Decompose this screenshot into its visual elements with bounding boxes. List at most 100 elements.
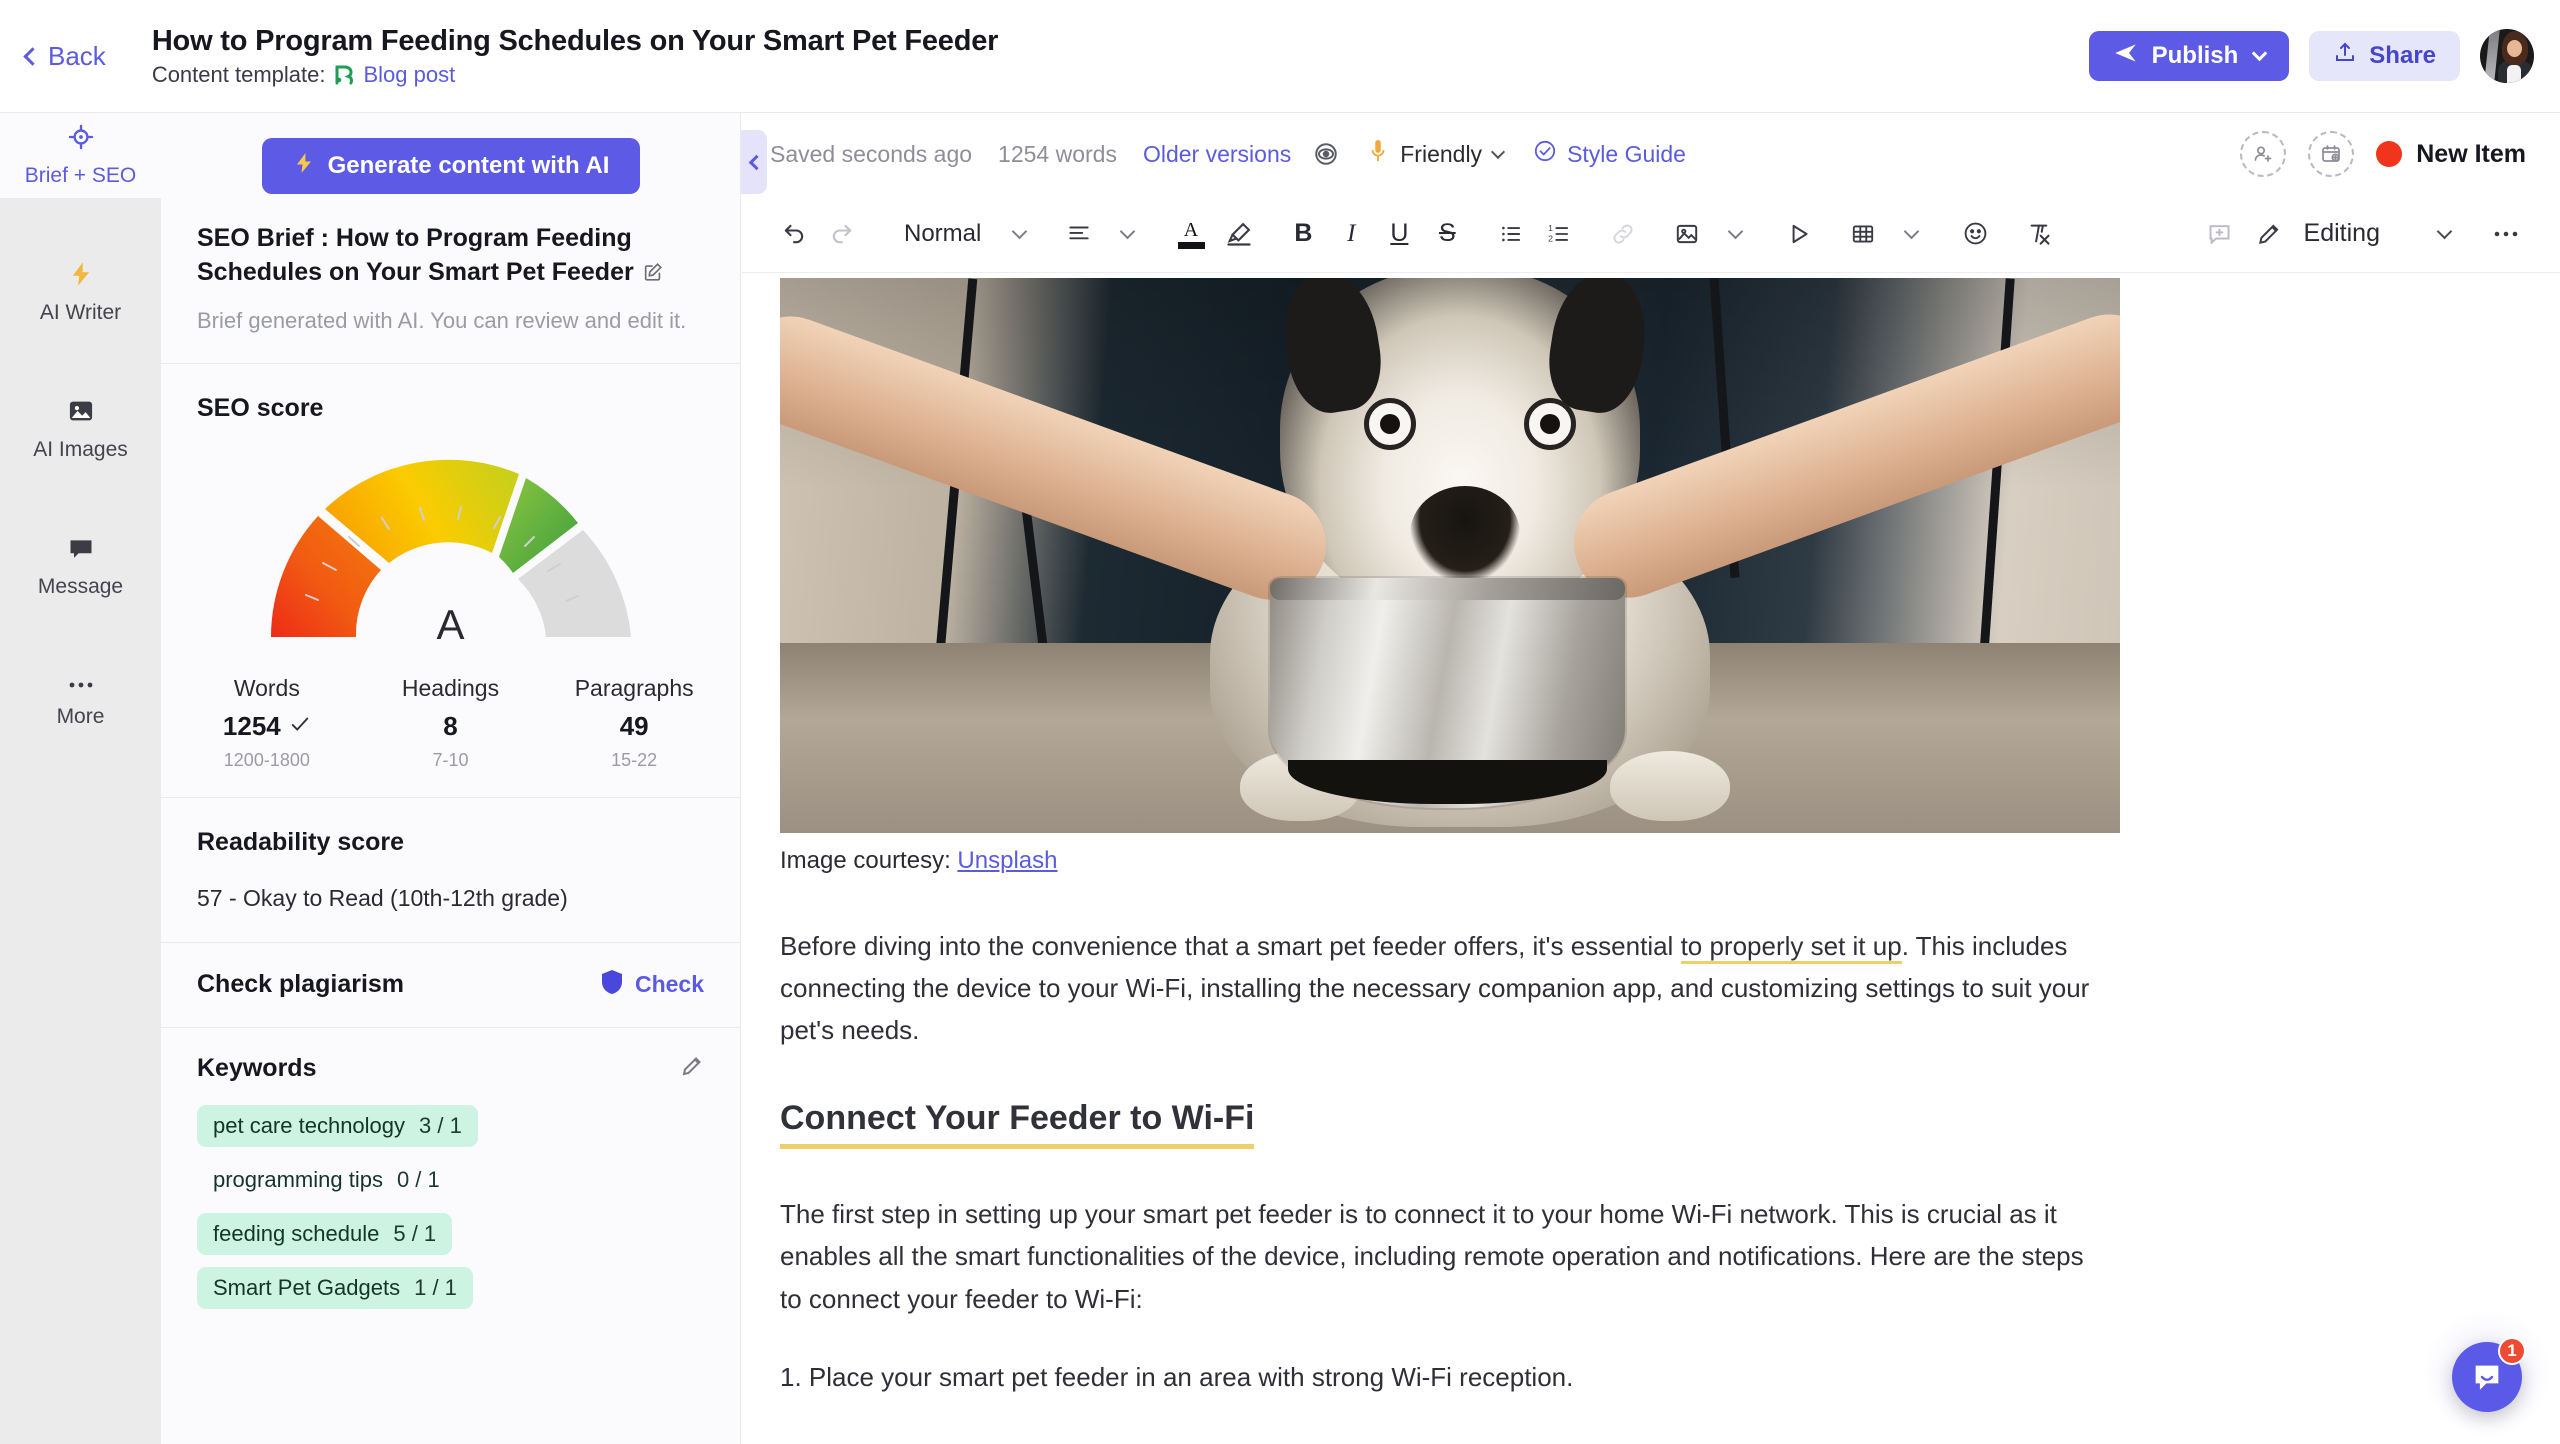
document-canvas[interactable]: Image courtesy: Unsplash Before diving i… (742, 273, 2560, 1444)
sidebar-item-brief-seo[interactable]: Brief + SEO (0, 113, 161, 198)
highlight-icon[interactable] (1215, 210, 1263, 258)
list-item[interactable]: 1. Place your smart pet feeder in an are… (780, 1356, 2514, 1398)
italic-icon[interactable]: I (1327, 210, 1375, 258)
editing-mode-dropdown[interactable] (2420, 210, 2468, 258)
keyword-term: pet care technology (213, 1112, 406, 1138)
block-format-label[interactable]: Normal (882, 220, 995, 248)
sidebar-item-more[interactable]: More (0, 661, 161, 746)
stat-value-row: 1254 (175, 711, 359, 742)
check-plagiarism-label: Check (634, 971, 704, 998)
keyword-term: feeding schedule (213, 1220, 380, 1246)
preview-icon[interactable] (1313, 141, 1339, 167)
style-guide-label: Style Guide (1567, 140, 1686, 167)
hero-image[interactable] (780, 278, 2120, 833)
collapse-panel-button[interactable] (741, 130, 767, 194)
style-guide-button[interactable]: Style Guide (1533, 139, 1686, 169)
align-dropdown[interactable] (1103, 210, 1151, 258)
check-plagiarism-button[interactable]: Check (600, 969, 704, 1001)
unsplash-link[interactable]: Unsplash (957, 847, 1057, 874)
back-button[interactable]: Back (23, 40, 106, 72)
blog-post-icon (333, 64, 355, 86)
image-credit-prefix: Image courtesy: (780, 847, 951, 874)
align-icon[interactable] (1055, 210, 1103, 258)
document-content: Image courtesy: Unsplash Before diving i… (742, 278, 2560, 1444)
send-icon (2113, 40, 2139, 73)
undo-icon[interactable] (770, 210, 818, 258)
publish-button[interactable]: Publish (2088, 31, 2290, 81)
editor-status-bar: Saved seconds ago 1254 words Older versi… (742, 113, 2560, 195)
brief-seo-panel: Generate content with AI SEO Brief : How… (161, 113, 741, 1444)
underline-icon[interactable]: U (1375, 210, 1423, 258)
tone-selector[interactable]: Friendly (1367, 138, 1506, 170)
keyword-chip[interactable]: Smart Pet Gadgets 1 / 1 (197, 1266, 473, 1309)
chevron-left-icon (23, 47, 42, 66)
brief-summary: SEO Brief : How to Program Feeding Sched… (161, 194, 740, 337)
edit-keywords-icon[interactable] (680, 1054, 704, 1083)
brief-title-row: SEO Brief : How to Program Feeding Sched… (197, 222, 704, 292)
numbered-list-icon[interactable]: 12 (1535, 210, 1583, 258)
image-icon (67, 397, 95, 430)
badge-check-icon (1533, 139, 1557, 169)
avatar-shirt (2507, 65, 2521, 83)
more-options-icon[interactable] (2482, 210, 2530, 258)
font-color-icon[interactable]: A (1167, 210, 1215, 258)
sidebar-item-ai-writer[interactable]: AI Writer (0, 250, 161, 335)
content-template-row: Content template: Blog post (152, 62, 998, 88)
table-dropdown[interactable] (1887, 210, 1935, 258)
list-item[interactable]: 2. Power on the feeder and wait for it t… (780, 1434, 2514, 1444)
sidebar-item-label: Message (37, 575, 124, 598)
seo-stats: Words 1254 1200-1800 Headings 8 7-10 Par… (161, 675, 740, 771)
add-to-calendar-button[interactable] (2308, 131, 2355, 177)
link-icon[interactable] (1599, 210, 1647, 258)
edit-brief-icon[interactable] (642, 259, 664, 293)
saved-status: Saved seconds ago (770, 140, 973, 167)
clear-formatting-icon[interactable] (2015, 210, 2063, 258)
keyword-chip[interactable]: programming tips 0 / 1 (197, 1159, 456, 1201)
content-template-name[interactable]: Blog post (363, 62, 455, 88)
rail-spacer (0, 609, 161, 661)
sidebar-item-message[interactable]: Message (0, 524, 161, 609)
generate-content-button[interactable]: Generate content with AI (261, 138, 640, 194)
stat-label: Headings (401, 674, 500, 701)
status-badge[interactable]: New Item (2376, 140, 2526, 169)
chat-bubble-icon (2475, 1365, 2499, 1390)
invite-collaborator-button[interactable] (2240, 131, 2287, 177)
paragraph-1-part-a: Before diving into the convenience that … (780, 931, 1681, 961)
comment-icon[interactable] (2196, 210, 2244, 258)
keyword-chip[interactable]: pet care technology 3 / 1 (197, 1104, 478, 1147)
emoji-icon[interactable] (1951, 210, 1999, 258)
keyword-chip[interactable]: feeding schedule 5 / 1 (197, 1212, 453, 1255)
block-format-dropdown[interactable] (995, 210, 1043, 258)
status-dot-icon (2376, 141, 2403, 167)
chat-launcher-button[interactable]: 1 (2452, 1337, 2526, 1412)
sidebar-item-label: AI Images (33, 438, 128, 461)
bold-icon[interactable]: B (1279, 210, 1327, 258)
keyword-count: 1 / 1 (414, 1274, 457, 1300)
strikethrough-icon[interactable]: S (1423, 210, 1471, 258)
insert-video-icon[interactable] (1775, 210, 1823, 258)
insert-table-icon[interactable] (1839, 210, 1887, 258)
back-button-label: Back (48, 40, 106, 71)
grammar-suggestion[interactable]: to properly set it up (1680, 931, 1902, 964)
chat-unread-badge: 1 (2498, 1337, 2526, 1365)
section-heading[interactable]: Connect Your Feeder to Wi-Fi (780, 1099, 1255, 1150)
brief-title: SEO Brief : How to Program Feeding Sched… (197, 224, 634, 286)
image-dropdown[interactable] (1711, 210, 1759, 258)
paragraph-1[interactable]: Before diving into the convenience that … (780, 925, 2110, 1051)
editing-mode-button[interactable] (2256, 210, 2282, 258)
check-icon (289, 711, 311, 742)
status-badge-label: New Item (2416, 139, 2526, 168)
redo-icon[interactable] (818, 210, 866, 258)
user-avatar[interactable] (2480, 29, 2534, 83)
dog-eye (1524, 398, 1576, 450)
insert-image-icon[interactable] (1663, 210, 1711, 258)
editing-mode-label[interactable]: Editing (2304, 219, 2380, 248)
svg-text:A: A (1184, 219, 1199, 239)
stat-words: Words 1254 1200-1800 (175, 675, 359, 771)
older-versions-link[interactable]: Older versions (1143, 141, 1291, 168)
bullet-list-icon[interactable] (1487, 210, 1535, 258)
paragraph-2[interactable]: The first step in setting up your smart … (780, 1193, 2110, 1319)
chat-icon (67, 534, 95, 567)
share-button[interactable]: Share (2309, 31, 2460, 81)
sidebar-item-ai-images[interactable]: AI Images (0, 387, 161, 472)
